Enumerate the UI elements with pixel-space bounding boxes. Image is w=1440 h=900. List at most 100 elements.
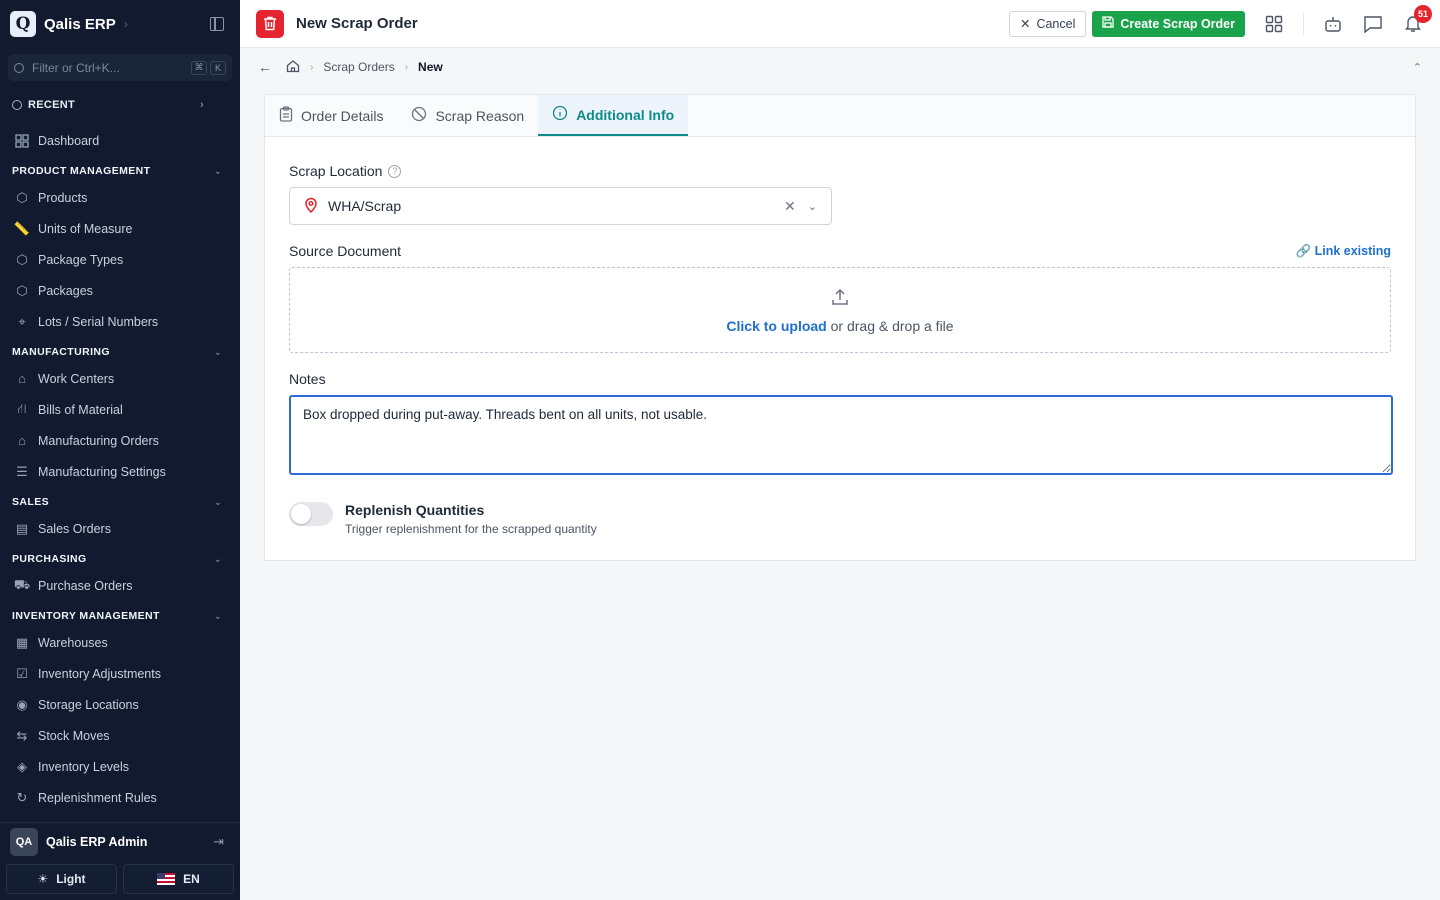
ban-icon — [411, 106, 427, 125]
sidebar-item-products[interactable]: ⬡ Products — [0, 182, 240, 213]
chevron-right-icon: › — [200, 99, 204, 111]
click-to-upload-link[interactable]: Click to upload — [726, 318, 826, 334]
recent-toggle[interactable]: RECENT › — [0, 91, 240, 119]
language-label: EN — [183, 872, 200, 886]
sidebar-item-label: Replenishment Rules — [38, 790, 157, 805]
help-icon[interactable]: ? — [388, 164, 402, 178]
sidebar-item-package-types[interactable]: ⬡ Package Types — [0, 244, 240, 275]
info-icon — [552, 105, 568, 124]
tab-order-details[interactable]: Order Details — [265, 95, 397, 136]
map-pin-icon — [304, 197, 318, 216]
breadcrumb-current: New — [418, 60, 443, 74]
sidebar-item-stock-moves[interactable]: ⇆ Stock Moves — [0, 720, 240, 751]
clock-icon — [12, 100, 22, 110]
section-sales[interactable]: SALES ⌄ — [0, 491, 240, 513]
scrap-location-label-row: Scrap Location ? — [289, 163, 1391, 179]
box-icon: ⬡ — [16, 282, 28, 298]
section-manufacturing[interactable]: MANUFACTURING ⌄ — [0, 341, 240, 363]
app-name[interactable]: Qalis ERP — [44, 16, 116, 33]
kbd-k: K — [210, 60, 226, 75]
logout-icon[interactable]: ⇥ — [213, 834, 224, 850]
chevron-up-icon[interactable]: ⌃ — [1413, 61, 1422, 74]
sidebar-item-work-centers[interactable]: ⌂ Work Centers — [0, 363, 240, 394]
sidebar-item-label: Packages — [38, 283, 93, 298]
filter-input[interactable]: Filter or Ctrl+K... ⌘ K — [8, 54, 232, 81]
theme-toggle-button[interactable]: ☀ Light — [6, 864, 117, 894]
chevron-down-icon[interactable]: ⌄ — [808, 200, 817, 213]
sidebar-item-packages[interactable]: ⬡ Packages — [0, 275, 240, 306]
sidebar-item-lots[interactable]: ⌖ Lots / Serial Numbers — [0, 306, 240, 337]
sidebar-item-warehouses[interactable]: ▦ Warehouses — [0, 627, 240, 658]
section-title: PRODUCT MANAGEMENT — [12, 165, 151, 177]
user-menu[interactable]: QA Qalis ERP Admin ⇥ — [0, 822, 240, 860]
sidebar-item-dashboard[interactable]: Dashboard — [0, 125, 240, 156]
sidebar-collapse-icon[interactable] — [210, 17, 224, 31]
chat-icon[interactable] — [1362, 13, 1384, 35]
file-dropzone[interactable]: Click to upload or drag & drop a file — [289, 267, 1391, 353]
bot-icon[interactable] — [1322, 13, 1344, 35]
language-button[interactable]: EN — [123, 864, 234, 894]
warehouse-icon: ▦ — [15, 634, 29, 650]
trash-icon — [256, 9, 284, 38]
cancel-button[interactable]: ✕ Cancel — [1008, 10, 1087, 37]
back-arrow-icon[interactable]: ← — [258, 59, 272, 75]
sliders-icon: ☰ — [16, 463, 28, 479]
notes-label: Notes — [289, 371, 326, 387]
sidebar-footer: ☀ Light EN — [0, 860, 240, 900]
sidebar-item-label: Dashboard — [38, 133, 100, 148]
tab-label: Scrap Reason — [435, 107, 525, 124]
sun-icon: ☀ — [37, 872, 49, 886]
scrap-location-select[interactable]: WHA/Scrap ✕ ⌄ — [289, 187, 832, 225]
filter-placeholder: Filter or Ctrl+K... — [32, 60, 120, 75]
sidebar-item-bills-of-material[interactable]: ⛙ Bills of Material — [0, 394, 240, 425]
form-card: Order Details Scrap Reason Additional In… — [264, 94, 1416, 561]
notes-textarea[interactable]: Box dropped during put-away. Threads ben… — [289, 395, 1393, 475]
tab-bar: Order Details Scrap Reason Additional In… — [265, 95, 1415, 137]
sidebar-item-label: Sales Orders — [38, 521, 111, 536]
section-purchasing[interactable]: PURCHASING ⌄ — [0, 548, 240, 570]
replenish-text: Replenish Quantities Trigger replenishme… — [345, 502, 597, 536]
home-icon[interactable] — [286, 59, 300, 76]
sidebar-item-inventory-adjustments[interactable]: ☑ Inventory Adjustments — [0, 658, 240, 689]
ruler-icon: 📏 — [13, 220, 31, 236]
notes-label-row: Notes — [289, 371, 1391, 387]
replenish-row: Replenish Quantities Trigger replenishme… — [289, 502, 1391, 536]
tab-scrap-reason[interactable]: Scrap Reason — [397, 95, 538, 136]
clear-icon[interactable]: ✕ — [784, 198, 796, 215]
sidebar-item-purchase-orders[interactable]: ⛟ Purchase Orders — [0, 570, 240, 601]
sidebar-item-replenishment-rules[interactable]: ↻ Replenishment Rules — [0, 782, 240, 813]
sidebar-item-storage-locations[interactable]: ◉ Storage Locations — [0, 689, 240, 720]
sidebar-item-label: Purchase Orders — [38, 578, 133, 593]
apps-grid-icon[interactable] — [1263, 13, 1285, 35]
sidebar-item-manufacturing-settings[interactable]: ☰ Manufacturing Settings — [0, 456, 240, 487]
cancel-label: Cancel — [1036, 16, 1076, 31]
cart-icon: ⛟ — [13, 576, 31, 592]
replenish-toggle[interactable] — [289, 502, 333, 526]
chevron-right-icon[interactable]: › — [124, 17, 128, 31]
sidebar-header: Q Qalis ERP › — [0, 0, 240, 48]
sidebar-item-inventory-levels[interactable]: ◈ Inventory Levels — [0, 751, 240, 782]
sidebar-item-label: Work Centers — [38, 371, 115, 386]
section-inventory-management[interactable]: INVENTORY MANAGEMENT ⌄ — [0, 605, 240, 627]
factory-icon: ⌂ — [18, 371, 26, 386]
sidebar-item-units-of-measure[interactable]: 📏 Units of Measure — [0, 213, 240, 244]
sidebar-item-sales-orders[interactable]: ▤ Sales Orders — [0, 513, 240, 544]
sidebar-nav: Dashboard PRODUCT MANAGEMENT ⌄ ⬡ Products … — [0, 119, 240, 822]
create-scrap-order-button[interactable]: Create Scrap Order — [1092, 10, 1245, 37]
document-icon: ▤ — [15, 520, 29, 536]
avatar: QA — [10, 827, 38, 856]
kbd-command: ⌘ — [191, 60, 207, 75]
section-product-management[interactable]: PRODUCT MANAGEMENT ⌄ — [0, 160, 240, 182]
hierarchy-icon: ⛙ — [17, 400, 27, 416]
sidebar-item-label: Products — [38, 190, 88, 205]
bell-icon[interactable]: 51 — [1402, 4, 1432, 35]
chevron-down-icon: ⌄ — [214, 553, 222, 564]
header-actions: ✕ Cancel Create Scrap Order 51 — [1008, 4, 1432, 37]
tab-additional-info[interactable]: Additional Info — [538, 95, 689, 136]
breadcrumb-scrap-orders[interactable]: Scrap Orders — [323, 60, 394, 74]
sidebar-item-manufacturing-orders[interactable]: ⌂ Manufacturing Orders — [0, 425, 240, 456]
section-title: MANUFACTURING — [12, 346, 110, 358]
link-existing-button[interactable]: 🔗 Link existing — [1296, 244, 1391, 259]
shortcut-hint: ⌘ K — [191, 60, 226, 75]
scrap-location-value: WHA/Scrap — [328, 198, 402, 214]
